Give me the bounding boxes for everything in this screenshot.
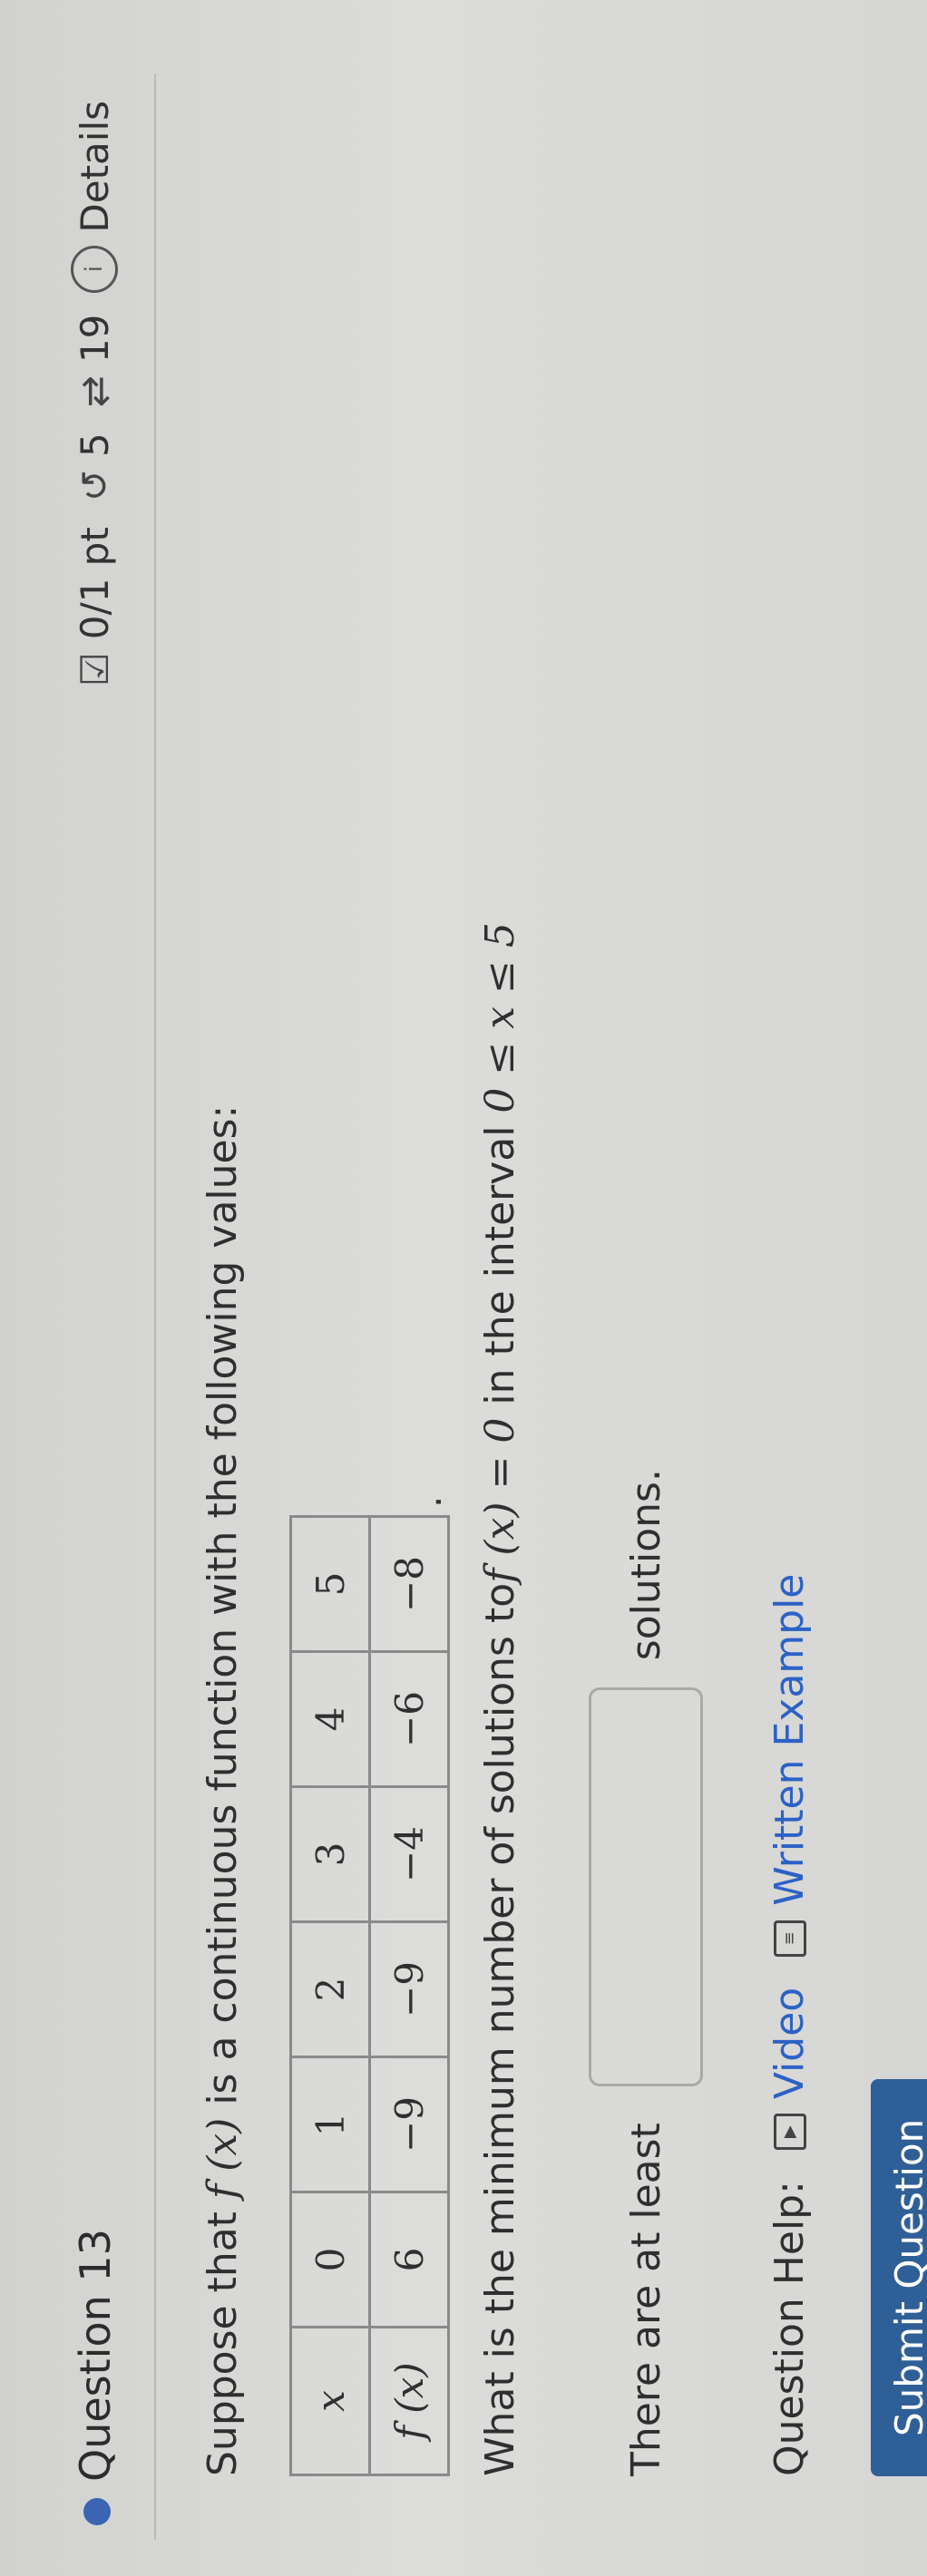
table-trailing-period: .	[405, 1495, 450, 1508]
retry-icon: ↺	[72, 470, 117, 502]
video-label: Video	[766, 1987, 813, 2100]
question-equation: f (x) = 0	[477, 1417, 523, 1583]
question-header: Question 13 ☑ 0/1 pt ↺ 5 ⇄ 19 i Details	[18, 73, 156, 2540]
table-cell: −9	[369, 1921, 449, 2057]
details-link[interactable]: Details	[73, 101, 117, 233]
video-link[interactable]: ▶ Video	[766, 1987, 813, 2151]
score-text: 0/1 pt	[72, 527, 117, 640]
table-cell: 0	[290, 2192, 370, 2328]
answer-row: There are at least solutions.	[589, 119, 703, 2476]
table-cell: 4	[290, 1651, 370, 1787]
answer-tail: solutions.	[622, 1469, 669, 1661]
table-cell: −6	[369, 1651, 449, 1787]
submit-question-button[interactable]: Submit Question	[871, 2078, 927, 2476]
video-icon: ▶	[773, 2114, 806, 2151]
score-checkbox-icon: ☑	[72, 652, 117, 686]
values-table-wrap: x 0 1 2 3 4 5 f (x) 6 −9 −9 −4 −6 −8 .	[246, 119, 450, 2476]
status-dot	[83, 2498, 111, 2525]
info-icon[interactable]: i	[71, 245, 118, 293]
values-table: x 0 1 2 3 4 5 f (x) 6 −9 −9 −4 −6 −8	[289, 1515, 450, 2476]
help-label: Question Help:	[766, 2181, 813, 2476]
table-cell: 1	[290, 2056, 370, 2192]
table-cell: 3	[290, 1786, 370, 1922]
question-help: Question Help: ▶ Video ≡ Written Example	[766, 119, 813, 2476]
prompt-tail: is a continuous function with the follow…	[200, 1104, 246, 2118]
table-row-x: x 0 1 2 3 4 5	[290, 1516, 370, 2475]
retries-count: 5	[72, 433, 117, 457]
question-lead: What is the minimum number of solutions …	[477, 1582, 523, 2476]
table-cell: 2	[290, 1921, 370, 2057]
prompt-lead: Suppose that	[200, 2199, 246, 2476]
question-prompt: Suppose that f (x) is a continuous funct…	[200, 119, 246, 2476]
question-text: What is the minimum number of solutions …	[477, 119, 523, 2476]
answer-lead: There are at least	[622, 2123, 669, 2476]
table-cell: −4	[369, 1786, 449, 1922]
table-cell: −9	[369, 2056, 449, 2192]
prompt-fx: f (x)	[200, 2117, 246, 2200]
question-body: Suppose that f (x) is a continuous funct…	[181, 119, 927, 2476]
question-frame: Question 13 ☑ 0/1 pt ↺ 5 ⇄ 19 i Details …	[0, 0, 927, 2576]
written-example-link[interactable]: ≡ Written Example	[766, 1574, 813, 1957]
table-header-x: x	[290, 2327, 370, 2475]
attempts-count: 19	[72, 314, 117, 364]
question-mid: in the interval	[477, 1113, 523, 1418]
table-cell: 6	[369, 2192, 449, 2328]
table-row-fx: f (x) 6 −9 −9 −4 −6 −8	[369, 1516, 449, 2475]
answer-input[interactable]	[589, 1687, 703, 2087]
attempts-icon: ⇄	[72, 375, 117, 408]
table-cell: −8	[369, 1516, 449, 1652]
document-icon: ≡	[773, 1920, 806, 1957]
question-title: Question 13	[71, 2229, 120, 2482]
written-example-label: Written Example	[766, 1573, 813, 1906]
question-interval: 0 ≤ x ≤ 5	[477, 922, 523, 1113]
table-cell: 5	[290, 1516, 370, 1652]
table-header-fx: f (x)	[369, 2327, 449, 2475]
question-meta: ☑ 0/1 pt ↺ 5 ⇄ 19 i Details	[71, 101, 118, 686]
